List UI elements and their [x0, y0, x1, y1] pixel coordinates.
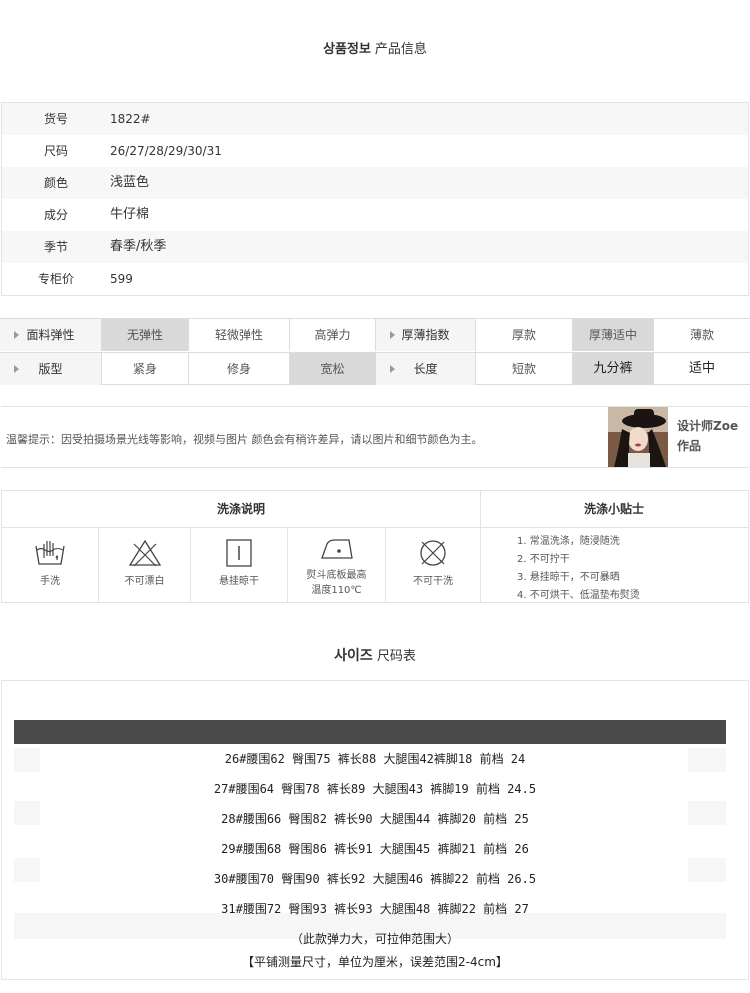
wash-tips-list: 1. 常温洗涤，随浸随洗 2. 不可拧干 3. 悬挂晾干，不可暴晒 4. 不可烘…: [517, 533, 640, 605]
product-info-title-ko: 상품정보: [323, 42, 371, 57]
info-label: 尺码: [43, 144, 68, 158]
triangle-icon: [390, 331, 395, 339]
triangle-icon: [390, 365, 395, 373]
product-info-table: 货号 1822# 尺码 26/27/28/29/30/31 颜色 浅蓝色 成分 …: [1, 102, 749, 296]
wash-icon-cell: 不可干洗: [386, 528, 480, 602]
info-value: 1822#: [110, 112, 151, 126]
triangle-icon: [14, 331, 19, 339]
attr-option: 修身: [189, 353, 290, 385]
attr-option: 薄款: [689, 328, 714, 342]
size-note: 【平铺测量尺寸，单位为厘米，误差范围2-4cm】: [242, 955, 508, 969]
info-label: 专柜价: [37, 272, 74, 286]
attr-option: 短款: [476, 353, 573, 385]
wash-header-right: 洗涤小贴士: [583, 502, 644, 516]
no-bleach-icon: [128, 539, 161, 567]
attr-head-elasticity: 面料弹性: [0, 319, 102, 351]
size-note: （此款弹力大，可拉伸范围大）: [290, 932, 459, 946]
wash-tip: 4. 不可烘干、低温垫布熨烫: [517, 590, 640, 601]
size-row: 28#腰围66 臀围82 裤长90 大腿围44 裤脚20 前档 25: [221, 812, 529, 826]
attr-head-length: 长度: [376, 353, 476, 385]
info-row: 货号 1822#: [2, 103, 748, 135]
size-chart-title: 사이즈 尺码表: [0, 645, 750, 665]
size-chart-header-bar: [14, 720, 726, 744]
info-row: 颜色 浅蓝色: [2, 167, 748, 199]
attr-head-thickness: 厚薄指数: [376, 319, 476, 351]
wash-icon-cell: 悬挂晾干: [191, 528, 287, 602]
info-row: 尺码 26/27/28/29/30/31: [2, 135, 748, 167]
info-value: 26/27/28/29/30/31: [110, 144, 222, 158]
size-chart-title-zh: 尺码表: [376, 649, 416, 664]
size-row: 27#腰围64 臀围78 裤长89 大腿围43 裤脚19 前档 24.5: [213, 782, 537, 796]
info-row: 专柜价 599: [2, 263, 748, 295]
info-row: 季节 春季/秋季: [2, 231, 748, 263]
attribute-grid: 面料弹性 无弹性 轻微弹性 高弹力 厚薄指数 厚款 厚薄适中 薄款 版型 紧身 …: [0, 318, 750, 385]
wash-tip: 1. 常温洗涤，随浸随洗: [517, 536, 620, 547]
info-label: 成分: [43, 208, 68, 222]
attr-option: 无弹性: [102, 319, 189, 351]
size-row: 26#腰围62 臀围75 裤长88 大腿围42裤脚18 前档 24: [224, 752, 526, 766]
info-label: 颜色: [43, 176, 68, 190]
size-row: 31#腰围72 臀围93 裤长93 大腿围48 裤脚22 前档 27: [221, 902, 529, 916]
info-value: 春季/秋季: [110, 239, 167, 254]
info-label: 季节: [43, 240, 68, 254]
product-info-title: 상품정보 产品信息: [0, 38, 750, 57]
triangle-icon: [14, 365, 19, 373]
iron-icon: [320, 539, 353, 559]
wash-tip: 3. 悬挂晾干，不可暴晒: [517, 572, 620, 583]
size-row: 30#腰围70 臀围90 裤长92 大腿围46 裤脚22 前档 26.5: [213, 872, 537, 886]
wash-icon-cell: 手洗: [2, 528, 98, 602]
designer-name: 设计师Zoe: [677, 419, 739, 433]
size-chart-title-ko: 사이즈: [334, 648, 373, 664]
wash-icon-cell: 不可漂白: [99, 528, 190, 602]
info-row: 成分 牛仔棉: [2, 199, 748, 231]
attr-option: 厚款: [476, 319, 573, 351]
wash-icon-cell: 熨斗底板最高 温度110℃: [288, 528, 385, 602]
hang-dry-icon: [226, 539, 252, 567]
info-value: 牛仔棉: [110, 207, 150, 222]
attr-head-fit: 版型: [0, 353, 102, 385]
attr-option: 厚薄适中: [573, 319, 654, 351]
no-dry-clean-icon: [420, 540, 446, 566]
wash-divider: [480, 491, 481, 602]
notice-bar: 温馨提示：因受拍摄场景光线等影响，视频与图片 颜色会有稍许差异，请以图片和细节颜…: [1, 406, 749, 468]
attr-option: 紧身: [102, 353, 189, 385]
attr-option: 适中: [688, 361, 715, 376]
designer-credit: 设计师Zoe 作品: [677, 416, 738, 456]
attr-option: 宽松: [290, 353, 376, 385]
wash-instructions-table: 洗涤说明 洗涤小贴士 手洗 不可漂白 悬挂晾干 熨斗底板最高 温度110℃ 不可…: [1, 490, 749, 603]
designer-works: 作品: [677, 439, 702, 453]
wash-tip: 2. 不可拧干: [517, 554, 570, 565]
info-label: 货号: [43, 112, 68, 126]
info-value: 599: [110, 272, 133, 286]
attr-option: 轻微弹性: [189, 319, 290, 351]
size-chart-table: 26#腰围62 臀围75 裤长88 大腿围42裤脚18 前档 24 27#腰围6…: [1, 680, 749, 980]
info-value: 浅蓝色: [110, 175, 150, 190]
designer-avatar: [608, 407, 668, 467]
attr-option: 九分裤: [573, 353, 654, 385]
hand-wash-icon: [35, 541, 65, 565]
product-info-title-zh: 产品信息: [374, 42, 427, 57]
size-row: 29#腰围68 臀围86 裤长91 大腿围45 裤脚21 前档 26: [221, 842, 529, 856]
notice-text: 温馨提示：因受拍摄场景光线等影响，视频与图片 颜色会有稍许差异，请以图片和细节颜…: [6, 433, 483, 446]
attr-option: 高弹力: [290, 319, 376, 351]
designer-photo-icon: [608, 407, 668, 467]
wash-header-left: 洗涤说明: [216, 502, 265, 516]
